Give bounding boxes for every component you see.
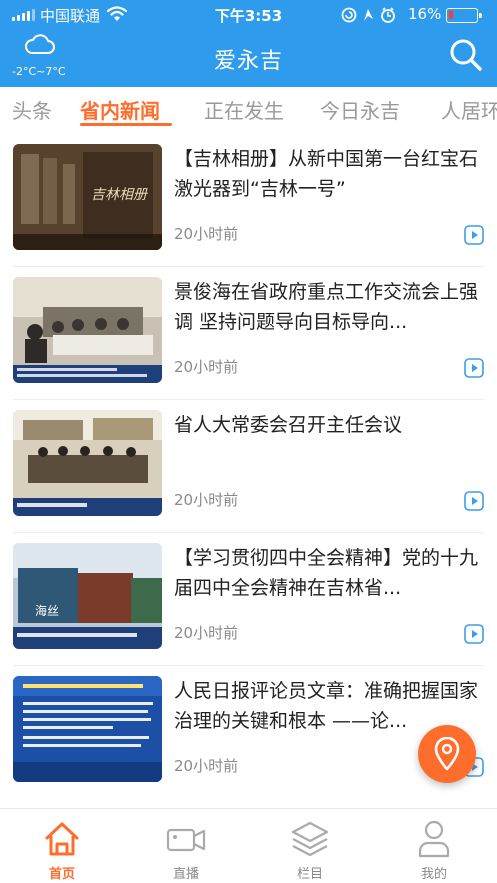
tab-happening-now[interactable]: 正在发生 [204,95,284,124]
nav-label: 我的 [420,867,447,882]
news-time: 20小时前 [174,757,239,775]
nav-label: 栏目 [296,867,323,882]
status-bar: 中国联通 下午3:53 16% [0,0,497,30]
news-thumbnail: 吉林相册 [13,144,162,250]
search-icon[interactable] [449,38,483,72]
tab-living[interactable]: 人居环 [441,95,497,124]
video-play-icon [464,225,484,245]
news-time: 20小时前 [174,358,239,376]
news-title: 景俊海在省政府重点工作交流会上强调 坚持问题导向目标导向... [174,281,479,333]
home-icon [45,822,79,856]
location-pin-icon [434,737,460,771]
status-icons [341,7,395,23]
nav-live[interactable]: 直播 [124,809,248,883]
nav-label: 首页 [48,867,75,882]
tab-headline[interactable]: 头条 [12,95,52,124]
category-tabs: 头条 省内新闻 正在发生 今日永吉 人居环 [0,87,497,129]
page-title: 爱永吉 [213,49,283,74]
app-header: 中国联通 下午3:53 16% -2°C~7°C 爱永吉 [0,0,497,87]
news-thumbnail [13,676,162,782]
news-title: 省人大常委会召开主任会议 [174,414,403,436]
video-play-icon [464,491,484,511]
news-item[interactable]: 人民日报评论员文章：准确把握国家治理的关键和根本 ——论... 20小时前 [0,666,497,799]
active-tab-indicator [80,123,172,126]
video-camera-icon [166,828,206,852]
nav-mine[interactable]: 我的 [372,809,496,883]
news-time: 20小时前 [174,491,239,509]
news-time: 20小时前 [174,225,239,243]
news-thumbnail: 海丝 [13,543,162,649]
user-icon [418,820,450,858]
news-item[interactable]: 省人大常委会召开主任会议 20小时前 [0,400,497,533]
news-item[interactable]: 吉林相册 【吉林相册】从新中国第一台红宝石激光器到“吉林一号” 20小时前 [0,134,497,267]
news-thumbnail [13,277,162,383]
bottom-nav: 首页 直播 栏目 我的 [0,808,497,883]
location-button[interactable] [418,725,476,783]
news-item[interactable]: 景俊海在省政府重点工作交流会上强调 坚持问题导向目标导向... 20小时前 [0,267,497,400]
layers-icon [291,821,329,857]
nav-columns[interactable]: 栏目 [248,809,372,883]
news-title: 【吉林相册】从新中国第一台红宝石激光器到“吉林一号” [174,148,479,200]
video-play-icon [464,624,484,644]
svg-text:海丝: 海丝 [35,603,59,618]
battery-percent: 16% [408,5,442,23]
tab-province-news[interactable]: 省内新闻 [80,95,160,124]
tab-today-yongji[interactable]: 今日永吉 [320,95,400,124]
video-play-icon [464,358,484,378]
nav-home[interactable]: 首页 [0,809,124,883]
battery-icon [446,8,482,23]
news-item[interactable]: 海丝 【学习贯彻四中全会精神】党的十九届四中全会精神在吉林省... 20小时前 [0,533,497,666]
nav-label: 直播 [172,867,199,882]
news-thumbnail [13,410,162,516]
news-title: 【学习贯彻四中全会精神】党的十九届四中全会精神在吉林省... [174,547,479,599]
news-time: 20小时前 [174,624,239,642]
svg-text:吉林相册: 吉林相册 [91,187,148,203]
